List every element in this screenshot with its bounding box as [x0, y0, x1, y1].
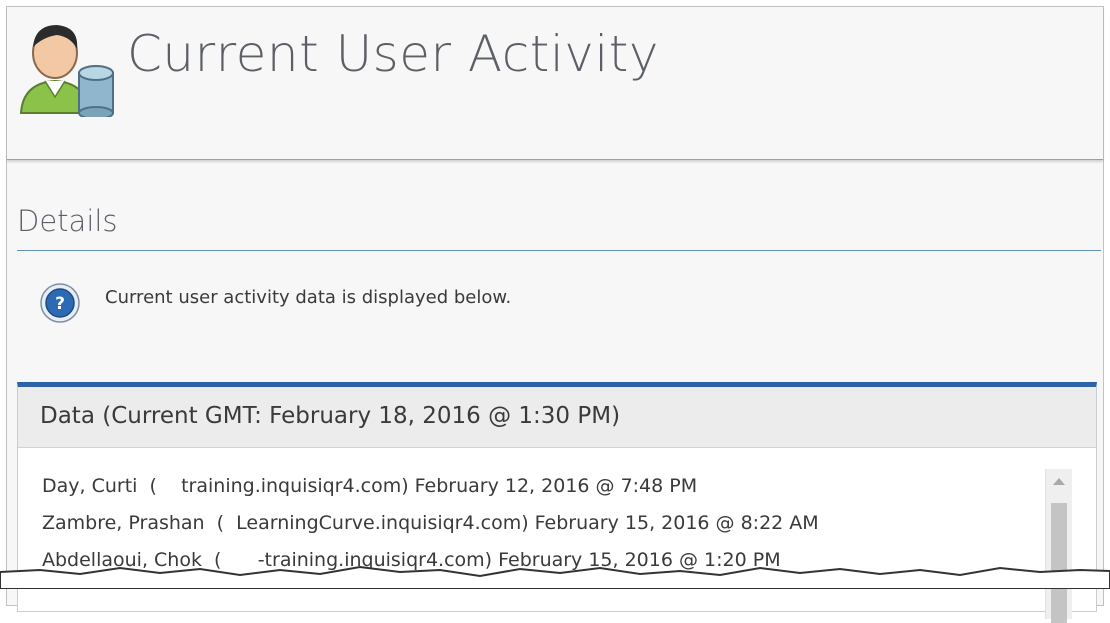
svg-text:?: ?	[55, 294, 65, 314]
page-title: Current User Activity	[127, 25, 659, 83]
user-database-icon	[19, 25, 114, 117]
page-header: Current User Activity	[7, 7, 1103, 160]
section-divider	[17, 250, 1101, 251]
details-section-title: Details	[17, 204, 118, 238]
data-panel-title: Data (Current GMT: February 18, 2016 @ 1…	[18, 387, 1096, 448]
activity-row: Day, Curti ( training.inquisiqr4.com) Fe…	[42, 475, 698, 497]
help-question-icon: ?	[40, 283, 80, 323]
activity-scrollbar[interactable]	[1045, 469, 1072, 623]
info-message: Current user activity data is displayed …	[105, 287, 512, 308]
scroll-up-icon[interactable]	[1046, 469, 1072, 495]
torn-edge-decoration	[0, 565, 1110, 589]
app-window: Current User Activity Details ? Current …	[6, 6, 1104, 623]
activity-row: Zambre, Prashan ( LearningCurve.inquisiq…	[42, 512, 819, 534]
